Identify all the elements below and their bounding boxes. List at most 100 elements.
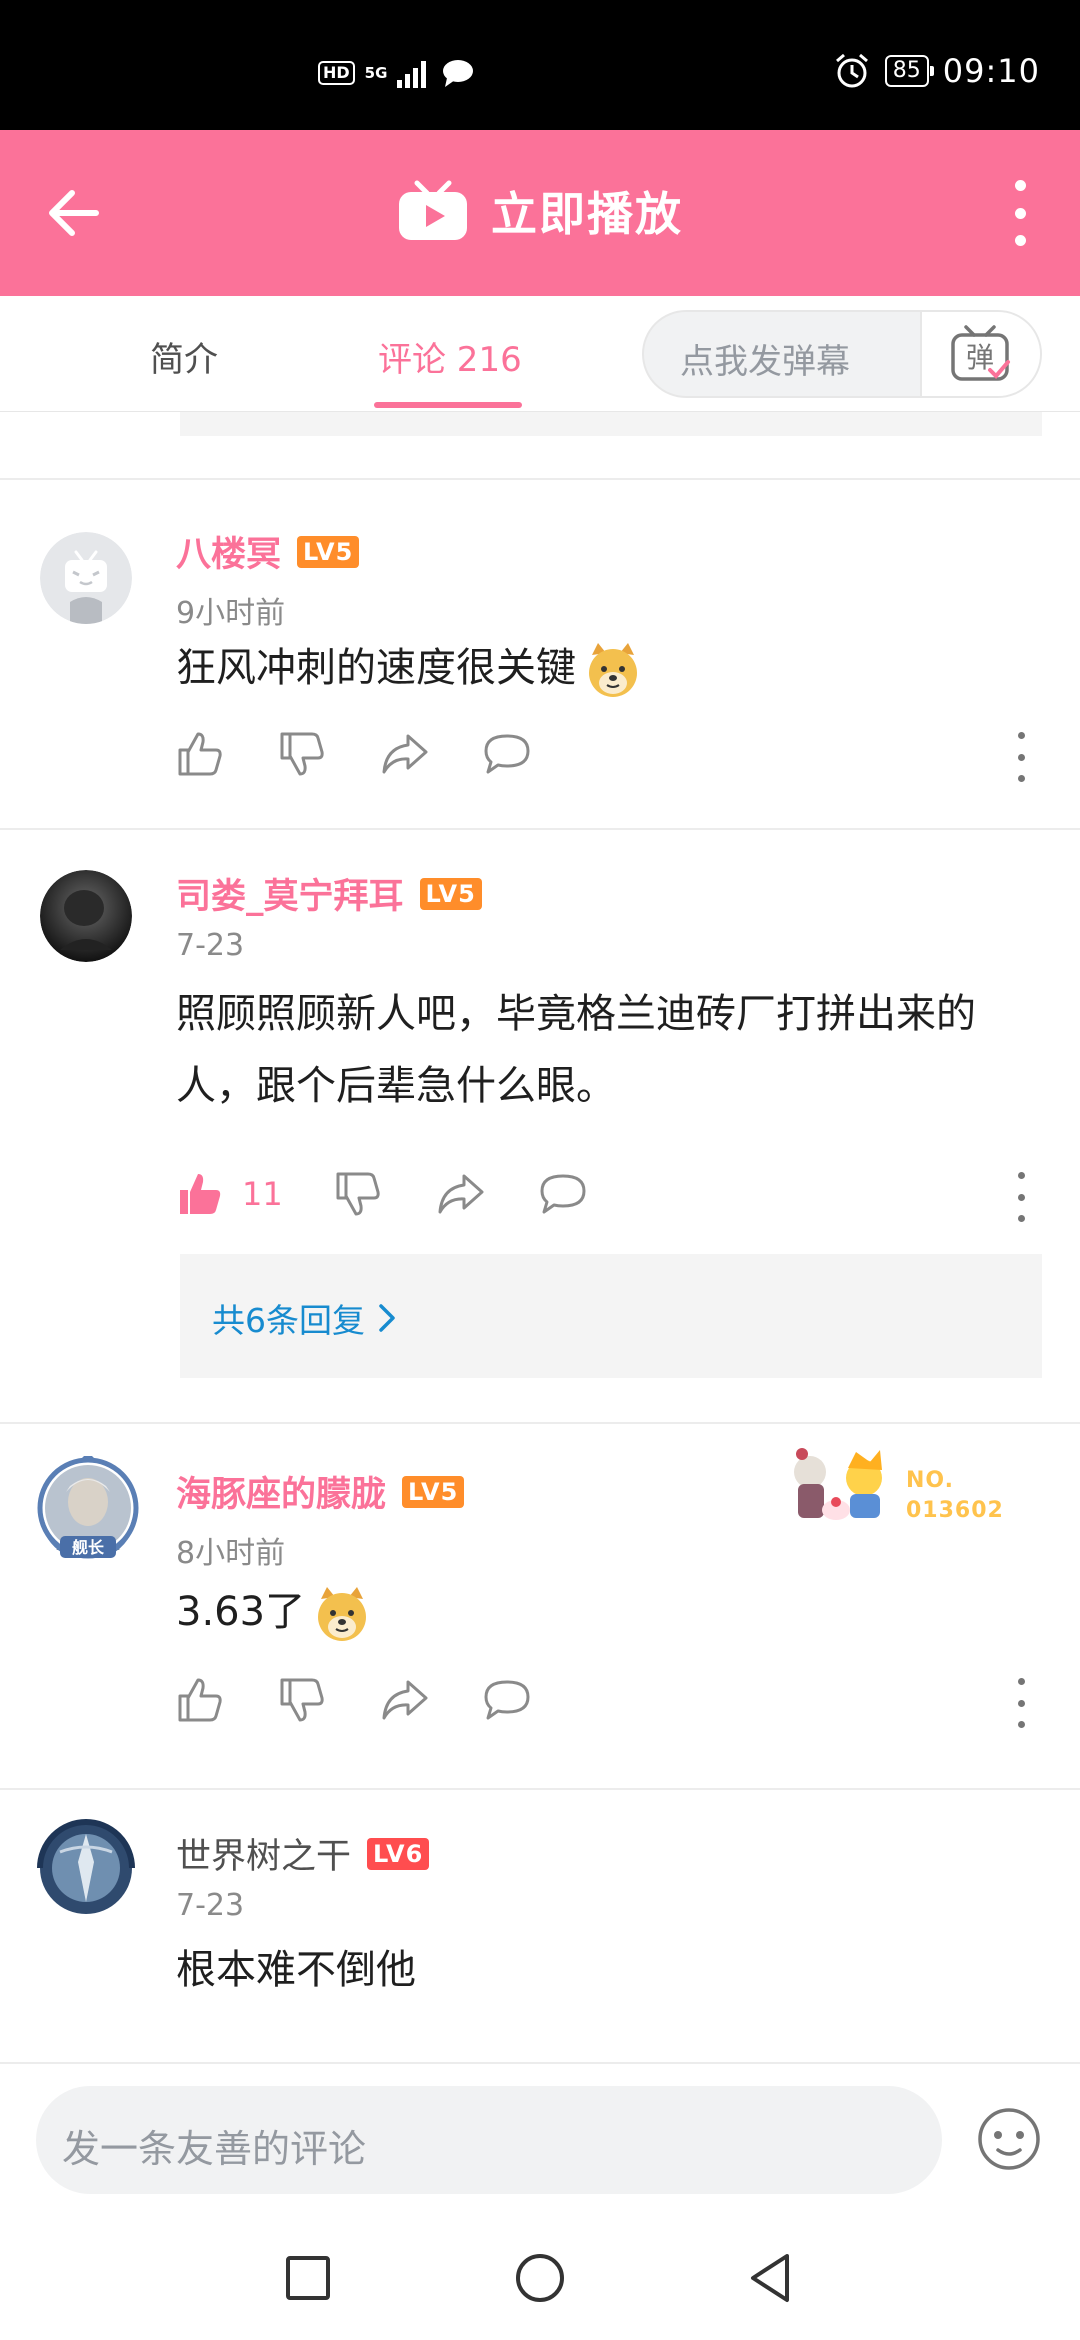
signal-icon [397, 61, 427, 88]
emoji-face-icon [978, 2108, 1040, 2170]
app-bar: 立即播放 [0, 130, 1080, 296]
danmaku-input[interactable]: 点我发弹幕 [680, 334, 850, 383]
emoji-button[interactable] [976, 2106, 1042, 2172]
comment-time: 9小时前 [176, 596, 286, 631]
comment-item: 世界树之干 LV6 7-23 根本难不倒他 [0, 1788, 1080, 2062]
comment-bubble-icon [484, 1680, 530, 1720]
thumb-up-filled-icon [180, 1174, 221, 1214]
comment-actions [176, 724, 584, 784]
tab-comments[interactable]: 评论 216 [378, 332, 522, 381]
view-replies-link[interactable]: 共6条回复 [212, 1294, 397, 1342]
comment-bubble-icon [484, 734, 530, 774]
tab-bar: 简介 评论 216 点我发弹幕 弹 [0, 296, 1080, 412]
status-left: HD 5G [318, 58, 475, 88]
level-badge: LV6 [367, 1837, 430, 1870]
default-avatar-icon [40, 532, 132, 624]
fan-badge-icon [794, 1448, 882, 1520]
share-icon [382, 734, 428, 774]
more-button[interactable] [1000, 180, 1040, 246]
comment-input-bar: 发一条友善的评论 [0, 2062, 1080, 2218]
thumb-down-icon [336, 1172, 380, 1216]
like-count: 11 [242, 1175, 283, 1213]
thumb-up-icon [178, 732, 222, 776]
username-text: 海豚座的朦胧 [176, 1475, 387, 1515]
replies-count-label: 共6条回复 [212, 1301, 365, 1340]
fan-number-label: NO. [906, 1468, 954, 1493]
network-type: 5G [364, 64, 388, 82]
dislike-button[interactable] [334, 1164, 436, 1224]
like-button[interactable] [176, 724, 278, 784]
comment-text: 根本难不倒他 [176, 1947, 416, 1993]
comment-text-content: 3.63了 [176, 1589, 306, 1635]
comment-item: 司娄_莫宁拜耳 LV5 7-23 照顾照顾新人吧，毕竟格兰迪砖厂打拼出来的人，跟… [0, 828, 1080, 1388]
comment-text: 狂风冲刺的速度很关键 [176, 632, 1046, 704]
level-badge: LV5 [402, 1475, 465, 1508]
share-button[interactable] [380, 1670, 482, 1730]
reply-button[interactable] [538, 1164, 640, 1224]
like-button[interactable] [176, 1670, 278, 1730]
status-right: 85 09:10 [833, 52, 1040, 90]
captain-avatar-frame-icon: 舰长 [37, 1452, 139, 1559]
comment-actions: 11 [176, 1164, 640, 1224]
level-badge: LV5 [297, 535, 360, 568]
username[interactable]: 司娄_莫宁拜耳 LV5 [176, 868, 482, 919]
share-button[interactable] [436, 1164, 538, 1224]
dislike-button[interactable] [278, 1670, 380, 1730]
comment-list[interactable]: 八楼冥 LV5 9小时前 狂风冲刺的速度很关键 司娄_莫宁拜耳 LV5 7-23… [0, 412, 1080, 2062]
comment-actions [176, 1670, 584, 1730]
thumb-up-icon [178, 1678, 222, 1722]
comment-time: 7-23 [176, 928, 245, 963]
share-button[interactable] [380, 724, 482, 784]
play-now-label: 立即播放 [491, 187, 683, 241]
previous-reply-box [180, 412, 1042, 436]
comment-more-button[interactable] [1014, 1172, 1028, 1222]
reply-button[interactable] [482, 1670, 584, 1730]
level-badge: LV5 [419, 877, 482, 910]
battery-indicator: 85 [884, 55, 934, 87]
clock: 09:10 [942, 52, 1040, 90]
home-button[interactable] [510, 2248, 570, 2308]
comment-text-content: 狂风冲刺的速度很关键 [176, 645, 576, 691]
system-navigation-bar [0, 2218, 1080, 2340]
avatar[interactable] [40, 870, 132, 962]
share-icon [438, 1174, 484, 1214]
recent-apps-button[interactable] [278, 2248, 338, 2308]
like-button-active[interactable]: 11 [176, 1170, 334, 1218]
username-text: 八楼冥 [176, 535, 282, 575]
replies-box[interactable]: 共6条回复 [180, 1254, 1042, 1378]
fan-number-value: 013602 [906, 1498, 1004, 1523]
reply-button[interactable] [482, 724, 584, 784]
danmaku-icon: 弹 [951, 325, 1010, 381]
username[interactable]: 世界树之干 LV6 [176, 1828, 430, 1879]
alarm-icon [835, 53, 868, 88]
username[interactable]: 八楼冥 LV5 [176, 526, 360, 577]
comment-item: 舰长 海豚座的朦胧 LV5 NO. 013602 8小时前 3.63了 [0, 1422, 1080, 1788]
avatar[interactable]: 舰长 [34, 1452, 142, 1564]
hd-indicator: HD [318, 61, 355, 85]
thumb-down-icon [280, 1678, 324, 1722]
more-dot [1014, 180, 1026, 191]
comment-time: 7-23 [176, 1888, 245, 1923]
username[interactable]: 海豚座的朦胧 LV5 [176, 1466, 465, 1517]
back-nav-button[interactable] [740, 2248, 800, 2308]
share-icon [382, 1680, 428, 1720]
username-text: 司娄_莫宁拜耳 [176, 877, 404, 917]
tab-intro[interactable]: 简介 [150, 332, 218, 381]
comment-input-placeholder: 发一条友善的评论 [62, 2127, 367, 2171]
comment-input[interactable]: 发一条友善的评论 [36, 2086, 942, 2194]
avatar[interactable] [30, 1812, 142, 1924]
comment-time: 8小时前 [176, 1536, 286, 1571]
username-text: 世界树之干 [176, 1837, 352, 1877]
doge-emoji [318, 1587, 367, 1641]
comment-item: 八楼冥 LV5 9小时前 狂风冲刺的速度很关键 [0, 478, 1080, 828]
more-dot [1014, 207, 1026, 219]
comment-more-button[interactable] [1014, 732, 1028, 782]
dislike-button[interactable] [278, 724, 380, 784]
play-now-button[interactable]: 立即播放 [0, 178, 1080, 244]
doge-emoji [589, 643, 637, 697]
user-avatar-icon [40, 870, 132, 962]
danmaku-button[interactable]: 弹 [920, 312, 1040, 396]
avatar[interactable] [40, 532, 132, 624]
more-dot [1014, 235, 1026, 246]
comment-more-button[interactable] [1014, 1678, 1028, 1728]
